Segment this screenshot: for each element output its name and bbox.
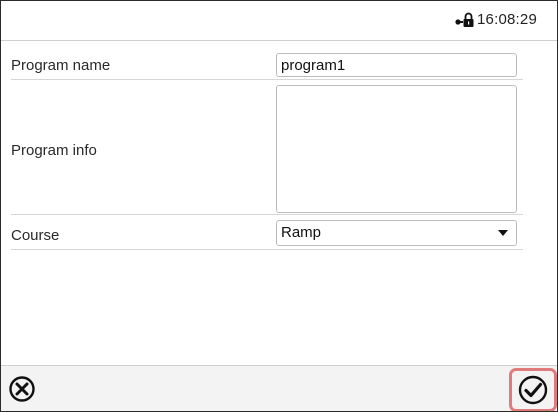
cancel-button[interactable]	[8, 375, 36, 403]
program-info-label: Program info	[11, 142, 97, 159]
course-selected-value: Ramp	[281, 224, 322, 241]
program-name-input[interactable]	[276, 53, 517, 77]
confirm-circle-check-icon	[518, 375, 548, 405]
program-name-label: Program name	[11, 57, 111, 74]
program-info-textarea[interactable]	[276, 85, 517, 213]
confirm-button[interactable]	[509, 368, 557, 411]
program-edit-screen: 16:08:29 Program name Program info Cours…	[0, 0, 558, 412]
cancel-circle-x-icon	[9, 376, 35, 402]
program-form: Program name Program info Course Ramp	[1, 1, 557, 365]
footer-bar	[1, 365, 557, 411]
chevron-down-icon	[498, 230, 508, 236]
course-label: Course	[11, 227, 60, 244]
course-dropdown[interactable]: Ramp	[276, 220, 517, 246]
